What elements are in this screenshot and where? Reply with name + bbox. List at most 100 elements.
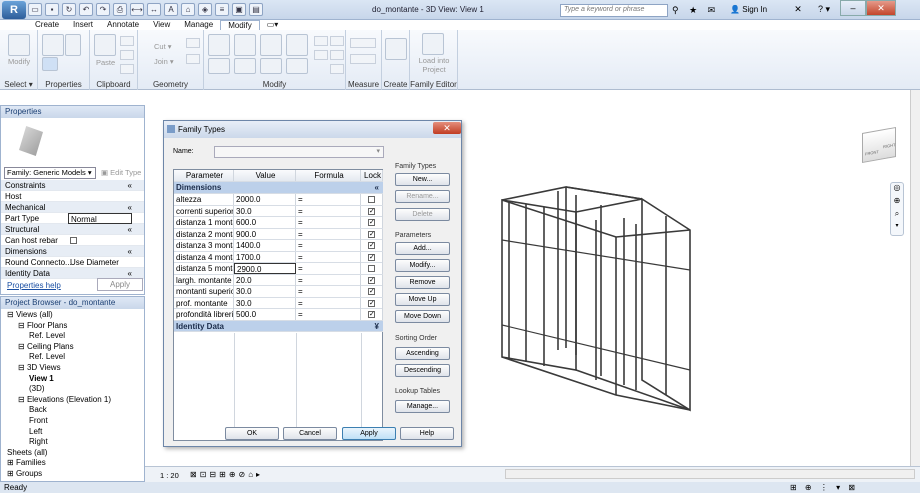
parameter-formula[interactable]: = bbox=[296, 194, 361, 205]
browser-item[interactable]: Right bbox=[1, 437, 144, 448]
switch-windows-icon[interactable]: ▤ bbox=[249, 3, 263, 16]
help-button-dialog[interactable]: Help bbox=[400, 427, 454, 440]
create-group-icon[interactable] bbox=[385, 38, 407, 60]
load-into-project-button[interactable]: Load into Project bbox=[412, 56, 456, 74]
column-header-formula[interactable]: Formula bbox=[296, 170, 361, 181]
parameter-value[interactable]: 900.0 bbox=[234, 228, 296, 240]
parameter-formula[interactable]: = bbox=[296, 251, 361, 263]
vertical-scrollbar[interactable] bbox=[910, 90, 920, 466]
cancel-button[interactable]: Cancel bbox=[283, 427, 337, 440]
browser-item[interactable]: ⊞ Families bbox=[1, 458, 144, 469]
application-menu-button[interactable]: R bbox=[2, 1, 26, 19]
parameter-formula[interactable]: = bbox=[296, 205, 361, 217]
property-checkbox[interactable] bbox=[70, 237, 77, 244]
delete-icon[interactable] bbox=[330, 64, 344, 74]
descending-button[interactable]: Descending bbox=[395, 364, 450, 377]
lock-checkbox[interactable]: ✓ bbox=[368, 219, 375, 226]
parameter-value[interactable]: 1700.0 bbox=[234, 251, 296, 263]
lock-checkbox[interactable]: ✓ bbox=[368, 288, 375, 295]
property-category[interactable]: Constraints « bbox=[1, 180, 144, 191]
collapse-icon[interactable]: « bbox=[128, 180, 132, 191]
join-geometry-button[interactable]: Join ▾ bbox=[154, 57, 174, 66]
expand-icon[interactable]: ¥ bbox=[375, 321, 379, 332]
collapse-icon[interactable]: « bbox=[128, 224, 132, 235]
mirror-axis-icon[interactable] bbox=[260, 34, 282, 56]
expand-icon[interactable]: ⊟ bbox=[18, 342, 27, 351]
tab-insert[interactable]: Insert bbox=[66, 20, 100, 30]
text-icon[interactable]: A bbox=[164, 3, 178, 16]
browser-item[interactable]: Back bbox=[1, 405, 144, 416]
parameter-value[interactable]: 30.0 bbox=[234, 205, 296, 217]
edit-type-button[interactable]: ▣ Edit Type bbox=[101, 168, 141, 177]
cut-icon[interactable] bbox=[120, 36, 134, 46]
sign-in-button[interactable]: 👤 Sign In bbox=[730, 5, 767, 14]
expand-icon[interactable]: ⊟ bbox=[18, 395, 27, 404]
section-icon[interactable]: ◈ bbox=[198, 3, 212, 16]
dialog-close-button[interactable]: ✕ bbox=[433, 122, 461, 134]
parameter-value[interactable]: 2900.0 bbox=[234, 263, 296, 274]
copy-icon[interactable] bbox=[120, 50, 134, 60]
lock-checkbox[interactable]: ✓ bbox=[368, 276, 375, 284]
ascending-button[interactable]: Ascending bbox=[395, 347, 450, 360]
property-category[interactable]: Dimensions « bbox=[1, 246, 144, 257]
parameter-formula[interactable]: = bbox=[296, 263, 361, 274]
parameter-value[interactable]: 2000.0 bbox=[234, 194, 296, 205]
delete-type-button[interactable]: Delete bbox=[395, 208, 450, 221]
align-icon[interactable] bbox=[208, 34, 230, 56]
minimize-button[interactable]: – bbox=[840, 0, 866, 16]
expand-icon[interactable]: ⊟ bbox=[18, 321, 27, 330]
property-category[interactable]: Structural « bbox=[1, 224, 144, 235]
family-types-icon[interactable] bbox=[42, 34, 64, 56]
collapse-icon[interactable]: « bbox=[128, 246, 132, 257]
lock-checkbox[interactable]: ✓ bbox=[368, 299, 375, 307]
offset-icon[interactable] bbox=[234, 34, 256, 56]
ribbon-minimize-icon[interactable]: ▭▾ bbox=[260, 20, 286, 30]
browser-item[interactable]: Left bbox=[1, 427, 144, 438]
property-category[interactable]: Mechanical « bbox=[1, 202, 144, 213]
remove-parameter-button[interactable]: Remove bbox=[395, 276, 450, 289]
load-into-project-icon[interactable] bbox=[422, 33, 444, 55]
wall-joins-icon[interactable] bbox=[186, 38, 200, 48]
manage-lookup-button[interactable]: Manage... bbox=[395, 400, 450, 413]
mirror-draw-icon[interactable] bbox=[286, 34, 308, 56]
help-search-input[interactable]: Type a keyword or phrase bbox=[560, 4, 668, 17]
tab-view[interactable]: View bbox=[146, 20, 177, 30]
viewcube[interactable]: FRONT RIGHT bbox=[862, 127, 896, 163]
save-icon[interactable]: ▪ bbox=[45, 3, 59, 16]
trim-icon[interactable] bbox=[286, 58, 308, 74]
scale-icon[interactable] bbox=[314, 50, 328, 60]
open-icon[interactable]: ▭ bbox=[28, 3, 42, 16]
zoom-icon[interactable]: ⊕ bbox=[891, 196, 903, 209]
browser-item[interactable]: ⊟ Ceiling Plans bbox=[1, 342, 144, 353]
parameter-formula[interactable]: = bbox=[296, 286, 361, 297]
lock-checkbox[interactable]: ✓ bbox=[368, 253, 375, 261]
apply-button[interactable]: Apply bbox=[342, 427, 396, 440]
property-value[interactable]: Use Diameter bbox=[68, 257, 132, 268]
properties-apply-button[interactable]: Apply bbox=[97, 278, 143, 291]
lock-checkbox[interactable]: ✓ bbox=[368, 242, 375, 249]
measure-icon[interactable] bbox=[350, 38, 376, 48]
tab-manage[interactable]: Manage bbox=[177, 20, 220, 30]
tab-create[interactable]: Create bbox=[28, 20, 66, 30]
expand-icon[interactable]: ⊞ bbox=[7, 458, 16, 467]
view-control-icons[interactable]: ⊠⊡⊟⊞⊕⊘⌂▸ bbox=[190, 470, 263, 479]
parameter-formula[interactable]: = bbox=[296, 240, 361, 251]
new-type-button[interactable]: New... bbox=[395, 173, 450, 186]
column-header-lock[interactable]: Lock bbox=[361, 170, 383, 181]
help-button[interactable]: ? ▾ bbox=[818, 4, 830, 15]
rotate-icon[interactable] bbox=[260, 58, 282, 74]
browser-item[interactable]: ⊟ Elevations (Elevation 1) bbox=[1, 395, 144, 406]
parameter-value[interactable]: 30.0 bbox=[234, 286, 296, 297]
column-header-value[interactable]: Value bbox=[234, 170, 296, 181]
lock-checkbox[interactable]: ✓ bbox=[368, 207, 375, 215]
parameter-formula[interactable]: = bbox=[296, 309, 361, 320]
infocenter-icons[interactable]: ⚲ ★ ✉ bbox=[672, 5, 719, 16]
paste-label[interactable]: Paste bbox=[96, 58, 115, 67]
cut-geometry-button[interactable]: Cut ▾ bbox=[154, 42, 172, 51]
parameter-formula[interactable]: = bbox=[296, 274, 361, 286]
properties-help-link[interactable]: Properties help bbox=[7, 281, 61, 290]
lock-checkbox[interactable] bbox=[368, 265, 375, 272]
close-window-button[interactable]: ✕ bbox=[866, 0, 896, 16]
view-scale[interactable]: 1 : 20 bbox=[160, 471, 179, 480]
sync-icon[interactable]: ↻ bbox=[62, 3, 76, 16]
